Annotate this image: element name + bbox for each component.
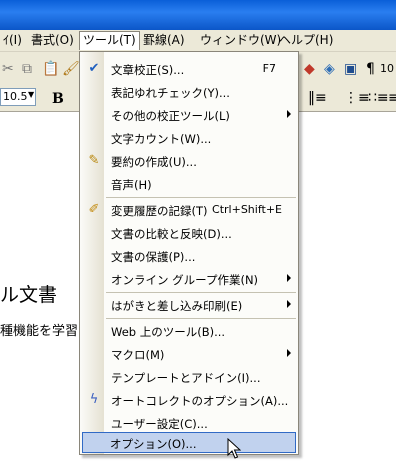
menu-item-label: 音声(H) xyxy=(111,178,152,192)
track-changes-icon: ✐ xyxy=(88,202,100,217)
numbered-list-icon[interactable]: ⋮≡ xyxy=(344,90,370,106)
menu-insert-partial[interactable]: ｲ(I) xyxy=(0,32,25,49)
menu-item-label: 文章校正(S)... xyxy=(111,63,185,77)
cut-icon[interactable]: ✂ xyxy=(2,61,14,77)
submenu-arrow-icon xyxy=(287,274,291,282)
menu-item-label: 要約の作成(U)... xyxy=(111,155,197,169)
paste-icon[interactable]: 📋 xyxy=(42,61,59,77)
menu-item-notation-check[interactable]: 表記ゆれチェック(Y)... xyxy=(82,81,296,103)
menu-separator xyxy=(106,318,296,319)
research-icon[interactable]: ◈ xyxy=(324,61,335,77)
menu-item-label: はがきと差し込み印刷(E) xyxy=(111,299,243,313)
menu-item-label: Web 上のツール(B)... xyxy=(111,325,226,339)
menu-item-protect-document[interactable]: 文書の保護(P)... xyxy=(82,245,296,267)
menu-item-word-count[interactable]: 文字カウント(W)... xyxy=(82,127,296,149)
menu-item-mail-merge[interactable]: はがきと差し込み印刷(E) xyxy=(82,294,296,316)
submenu-arrow-icon xyxy=(287,349,291,357)
bold-button[interactable]: B xyxy=(52,91,64,107)
mouse-cursor-icon xyxy=(227,438,241,459)
menu-item-online-collaboration[interactable]: オンライン グループ作業(N) xyxy=(82,268,296,290)
menu-borders[interactable]: 罫線(A) xyxy=(140,32,188,49)
menu-item-autocorrect-options[interactable]: ϟ オートコレクトのオプション(A)... xyxy=(82,389,296,411)
menu-item-customize[interactable]: ユーザー設定(C)... xyxy=(82,412,296,434)
menu-item-templates-addins[interactable]: テンプレートとアドイン(I)... xyxy=(82,366,296,388)
line-spacing-icon[interactable]: ‖≡ xyxy=(308,90,327,106)
menu-bar: ｲ(I) 書式(O) ツール(T) 罫線(A) ウィンドウ(W) ヘルプ(H) xyxy=(0,30,396,52)
format-painter-icon[interactable]: 🖌 xyxy=(62,61,80,77)
menu-item-label: オプション(O)... xyxy=(110,437,197,451)
bulleted-list-icon[interactable]: ∷≡ xyxy=(368,90,389,106)
formatting-marks-icon[interactable]: ¶ xyxy=(366,61,375,77)
menu-item-label: 変更履歴の記録(T) xyxy=(111,204,208,218)
summarize-icon: ✎ xyxy=(88,153,100,168)
menu-help[interactable]: ヘルプ(H) xyxy=(276,32,336,49)
menu-item-other-proofing-tools[interactable]: その他の校正ツール(L) xyxy=(82,104,296,126)
menu-item-track-changes[interactable]: ✐ 変更履歴の記録(T) Ctrl+Shift+E xyxy=(82,199,296,221)
menu-window[interactable]: ウィンドウ(W) xyxy=(197,32,284,49)
menu-item-label: 文書の保護(P)... xyxy=(111,250,196,264)
menu-item-label: 文字カウント(W)... xyxy=(111,132,212,146)
menu-format[interactable]: 書式(O) xyxy=(28,32,77,49)
submenu-arrow-icon xyxy=(287,300,291,308)
menu-item-shortcut: Ctrl+Shift+E xyxy=(212,203,282,216)
menu-item-label: オートコレクトのオプション(A)... xyxy=(111,394,289,408)
map-icon[interactable]: ◆ xyxy=(304,61,315,77)
menu-tools[interactable]: ツール(T) xyxy=(79,31,140,50)
document-body-line: 種機能を学習 xyxy=(0,324,79,339)
menu-item-label: 表記ゆれチェック(Y)... xyxy=(111,86,230,100)
menu-item-macro[interactable]: マクロ(M) xyxy=(82,343,296,365)
document-heading: ル文書 xyxy=(0,284,58,306)
menu-item-web-tools[interactable]: Web 上のツール(B)... xyxy=(82,320,296,342)
document-map-icon[interactable]: ▣ xyxy=(344,61,357,77)
menu-separator xyxy=(106,292,296,293)
copy-icon[interactable]: ⧉ xyxy=(22,61,32,77)
title-bar xyxy=(0,0,396,30)
menu-item-label: その他の校正ツール(L) xyxy=(111,109,230,123)
menu-item-speech[interactable]: 音声(H) xyxy=(82,173,296,195)
chevron-down-icon[interactable]: ▼ xyxy=(28,90,34,99)
indent-icon[interactable]: ≡ xyxy=(388,90,396,106)
submenu-arrow-icon xyxy=(287,110,291,118)
menu-item-spelling-grammar[interactable]: ✔ 文章校正(S)... F7 xyxy=(82,58,296,80)
zoom-value[interactable]: 10 xyxy=(380,61,394,77)
tools-menu: ✔ 文章校正(S)... F7 表記ゆれチェック(Y)... その他の校正ツール… xyxy=(79,51,299,455)
menu-item-options[interactable]: オプション(O)... xyxy=(82,432,296,453)
menu-item-auto-summarize[interactable]: ✎ 要約の作成(U)... xyxy=(82,150,296,172)
menu-item-label: マクロ(M) xyxy=(111,348,165,362)
autocorrect-icon: ϟ xyxy=(89,392,99,407)
menu-item-compare-merge[interactable]: 文書の比較と反映(D)... xyxy=(82,222,296,244)
spellcheck-icon: ✔ xyxy=(88,61,100,76)
menu-separator xyxy=(106,197,296,198)
menu-item-label: オンライン グループ作業(N) xyxy=(111,273,259,287)
menu-item-label: ユーザー設定(C)... xyxy=(111,417,208,431)
menu-item-shortcut: F7 xyxy=(262,62,276,75)
menu-item-label: テンプレートとアドイン(I)... xyxy=(111,371,261,385)
menu-item-label: 文書の比較と反映(D)... xyxy=(111,227,232,241)
